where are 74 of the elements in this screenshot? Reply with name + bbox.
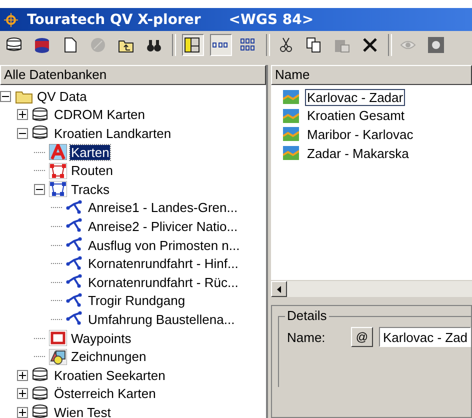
tree-item[interactable]: Kroatien Landkarten (53, 126, 172, 141)
route-icon (49, 162, 67, 179)
tree-item[interactable]: Zeichnungen (70, 349, 148, 364)
list-item[interactable]: Karlovac - Zadar (306, 90, 404, 105)
waypoint-icon (49, 330, 67, 346)
tree-item[interactable]: Karten (70, 144, 110, 160)
layout-button[interactable] (182, 34, 204, 56)
tree-item[interactable]: Kornatenrundfahrt - Hinf... (87, 256, 240, 272)
track-icon (66, 218, 84, 234)
scissors-icon (278, 37, 294, 53)
database-icon (6, 37, 22, 53)
list-item[interactable]: Kroatien Gesamt (306, 108, 406, 124)
expand-icon[interactable] (17, 370, 28, 381)
map-icon (283, 108, 299, 123)
expand-icon[interactable] (17, 406, 28, 418)
tree-item[interactable]: QV Data (36, 88, 88, 104)
page-icon (62, 37, 78, 53)
track-icon (66, 256, 84, 272)
detail-view-icon (240, 37, 256, 53)
track-icon (66, 311, 84, 328)
app-icon (4, 12, 18, 26)
tree-item[interactable]: Tracks (70, 182, 111, 197)
collapse-icon[interactable] (0, 90, 11, 102)
database-icon (32, 386, 50, 402)
map-icon (49, 144, 67, 160)
tree-item[interactable]: Trogir Rundgang (87, 293, 186, 308)
map-icon (283, 90, 299, 104)
eye-box-icon (428, 37, 444, 53)
expand-icon[interactable] (17, 109, 28, 120)
tree-item[interactable]: Wien Test (53, 404, 112, 418)
tree-item[interactable]: CDROM Karten (53, 107, 146, 122)
database-icon (32, 106, 50, 123)
tree-item[interactable]: Kroatien Seekarten (53, 368, 166, 383)
binoculars-icon (146, 37, 162, 53)
tree-item[interactable]: Kornatenrundfahrt - Rüc... (87, 274, 240, 290)
window-title: Touratech QV X-plorer (27, 12, 201, 28)
list-item[interactable]: Maribor - Karlovac (306, 126, 414, 142)
disc-icon (90, 37, 106, 53)
name-field[interactable]: Karlovac - Zad (379, 327, 471, 347)
tree-item[interactable]: Umfahrung Baustellena... (87, 312, 236, 327)
collapse-icon[interactable] (17, 128, 28, 139)
list-view-button[interactable] (210, 34, 232, 56)
track-icon (66, 274, 84, 290)
tree-item[interactable]: Waypoints (70, 330, 132, 346)
delete-icon (362, 37, 378, 53)
map-icon (283, 146, 299, 160)
tree-item[interactable]: Anreise2 - Plivicer Natio... (87, 218, 239, 234)
copy-icon (306, 37, 322, 53)
track-icon (66, 200, 84, 216)
database-icon (32, 125, 50, 142)
paste-icon (334, 37, 350, 53)
shapes-icon (49, 348, 67, 365)
scroll-left-icon[interactable] (271, 281, 287, 297)
list-item[interactable]: Zadar - Makarska (306, 146, 410, 161)
group-label: Details (285, 308, 329, 323)
tree-item[interactable]: Routen (70, 163, 114, 178)
tree-item[interactable]: Ausflug von Primosten n... (87, 238, 241, 253)
track-icon (66, 292, 84, 309)
database-icon (32, 367, 50, 384)
expand-icon[interactable] (17, 388, 28, 400)
collapse-icon[interactable] (34, 184, 45, 195)
map-icon (283, 127, 299, 142)
column-header[interactable]: Alle Datenbanken (0, 65, 266, 85)
scrollbar[interactable] (271, 280, 472, 297)
layout-icon (184, 37, 200, 53)
database-icon (34, 37, 50, 53)
datum-label: <WGS 84> (228, 12, 314, 28)
track-icon (49, 181, 67, 198)
tree-item[interactable]: Anreise1 - Landes-Gren... (87, 200, 239, 216)
tree-item[interactable]: Österreich Karten (53, 386, 157, 402)
column-header[interactable]: Name (271, 65, 472, 85)
at-button[interactable]: @ (351, 327, 373, 347)
track-icon (66, 237, 84, 254)
field-label: Name: (287, 330, 326, 344)
